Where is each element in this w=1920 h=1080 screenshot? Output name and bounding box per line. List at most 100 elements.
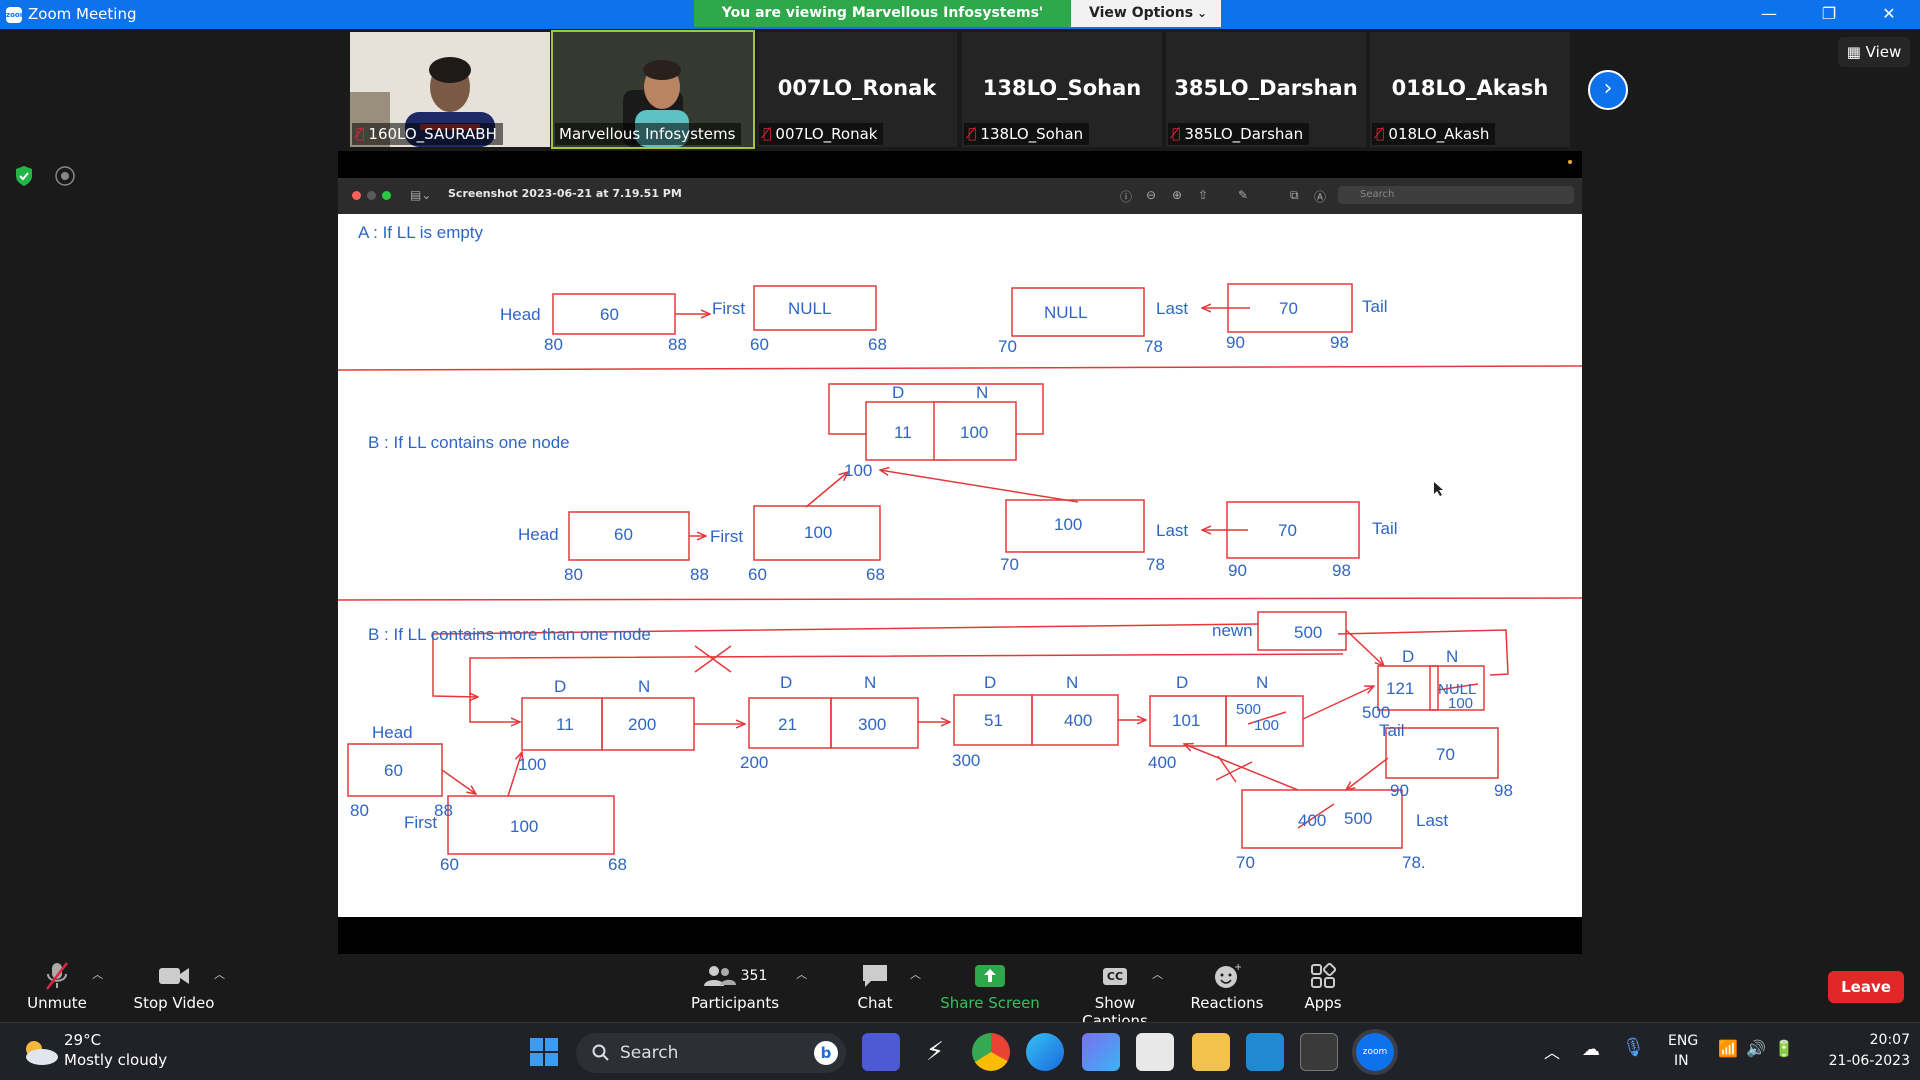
captions-caret-icon[interactable]: ︿ <box>1152 966 1163 982</box>
preview-toolbar: ▤⌄ Screenshot 2023-06-21 at 7.19.51 PM ⓘ… <box>338 178 1582 214</box>
video-tile-018LO_Akash[interactable]: 018LO_Akash 🎙̸ 018LO_Akash <box>1370 32 1570 147</box>
indicator-dot <box>1568 160 1572 164</box>
chrome-icon[interactable] <box>972 1033 1010 1071</box>
first-value: 100 <box>510 817 538 836</box>
share-icon: ⇧ <box>1198 188 1209 202</box>
title-bar: zoom Zoom Meeting You are viewing Marvel… <box>0 0 1920 48</box>
reactions-button[interactable]: + Reactions <box>1186 958 1268 1022</box>
address-label: 60 <box>748 565 767 584</box>
view-layout-label: View <box>1865 43 1902 61</box>
address-label: 90 <box>1228 561 1247 580</box>
view-layout-button[interactable]: ▦ View <box>1838 37 1910 67</box>
participants-icon <box>703 966 736 986</box>
document-search-field: Search <box>1338 186 1574 204</box>
loop-line <box>1337 629 1509 676</box>
apps-button[interactable]: Apps <box>1296 958 1350 1022</box>
node-data-value: 21 <box>778 715 797 734</box>
restore-button[interactable]: ❐ <box>1800 0 1858 29</box>
volume-icon[interactable]: 🔊 <box>1746 1039 1766 1058</box>
video-tile-marvellous-infosystems[interactable]: Marvellous Infosystems <box>551 30 755 149</box>
terminal-bolt-icon[interactable]: ⚡ <box>916 1033 954 1071</box>
first-label: First <box>712 299 745 318</box>
microphone-icon[interactable]: 🎙 <box>1622 1037 1645 1058</box>
info-icon: ⓘ <box>1120 190 1133 204</box>
arrow <box>1345 629 1384 666</box>
show-hidden-icons-chevron-icon[interactable]: ︿ <box>1544 1039 1560 1063</box>
node-next-value: 300 <box>858 715 886 734</box>
zoom-taskbar-icon[interactable]: zoom <box>1356 1033 1394 1071</box>
windows-taskbar: 29°C Mostly cloudy Search b ⚡ zoom ︿ ☁ 🎙… <box>0 1022 1920 1080</box>
section-c-heading: B : If LL contains more than one node <box>368 625 651 644</box>
video-tile-007LO_Ronak[interactable]: 007LO_Ronak 🎙̸ 007LO_Ronak <box>757 32 957 147</box>
node-next-value: 200 <box>628 715 656 734</box>
weather-temperature[interactable]: 29°C <box>64 1031 101 1049</box>
input-language[interactable]: ENG <box>1668 1033 1698 1049</box>
video-tile-385LO_Darshan[interactable]: 385LO_Darshan 🎙̸ 385LO_Darshan <box>1166 32 1366 147</box>
document-title: Screenshot 2023-06-21 at 7.19.51 PM <box>448 187 682 200</box>
taskbar-search[interactable]: Search b <box>576 1033 846 1073</box>
participants-caret-icon[interactable]: ︿ <box>796 966 807 982</box>
search-label: Search <box>620 1043 679 1063</box>
node-next-value: 400 <box>1064 711 1092 730</box>
participants-count: 351 <box>740 968 768 984</box>
meet-app-icon[interactable] <box>862 1033 900 1071</box>
clock-time[interactable]: 20:07 <box>1860 1032 1910 1048</box>
address-label: 98 <box>1494 781 1513 800</box>
vscode-icon[interactable] <box>1246 1033 1284 1071</box>
video-tile-160LO_SAURABH[interactable]: 🎙̸ 160LO_SAURABH <box>350 32 550 147</box>
stop-video-label: Stop Video <box>133 994 215 1012</box>
unmute-button[interactable]: Unmute <box>22 958 92 1022</box>
chat-button[interactable]: Chat <box>840 958 910 1022</box>
column-n-label: N <box>1066 673 1078 692</box>
stop-video-button[interactable]: Stop Video <box>132 958 216 1022</box>
terminal-icon[interactable] <box>1300 1033 1338 1071</box>
video-tile-138LO_Sohan[interactable]: 138LO_Sohan 🎙̸ 138LO_Sohan <box>962 32 1162 147</box>
address-label: 98 <box>1330 333 1349 352</box>
arrow <box>805 472 848 508</box>
node-next-new-value: 500 <box>1236 701 1261 718</box>
next-page-arrow-icon[interactable]: › <box>1588 70 1628 110</box>
address-label: 60 <box>440 855 459 874</box>
onedrive-cloud-icon[interactable]: ☁ <box>1582 1039 1600 1060</box>
microsoft-store-icon[interactable] <box>1136 1033 1174 1071</box>
participant-name: 138LO_Sohan <box>980 125 1084 143</box>
clock-date[interactable]: 21-06-2023 <box>1818 1053 1910 1069</box>
share-screen-button[interactable]: Share Screen <box>940 958 1040 1022</box>
last-label: Last <box>1156 299 1188 318</box>
participant-caption: 🎙̸ 007LO_Ronak <box>759 123 884 145</box>
participant-display-name: 018LO_Akash <box>1391 76 1549 100</box>
input-region[interactable]: IN <box>1674 1053 1689 1069</box>
participants-button[interactable]: 351 Participants <box>690 958 780 1022</box>
participant-display-name: 385LO_Darshan <box>1174 76 1358 100</box>
recording-indicator-icon[interactable] <box>54 165 76 187</box>
weather-description[interactable]: Mostly cloudy <box>64 1051 167 1069</box>
video-options-caret-icon[interactable]: ︿ <box>214 966 225 982</box>
apps-grid-icon <box>1311 963 1336 988</box>
battery-icon[interactable]: 🔋 <box>1774 1039 1794 1058</box>
rotate-icon: ⧉ <box>1290 188 1299 202</box>
minimize-button[interactable]: — <box>1740 0 1798 29</box>
mic-muted-icon: 🎙̸ <box>968 126 977 142</box>
zoom-app-icon: zoom <box>6 7 27 23</box>
file-explorer-icon[interactable] <box>1192 1033 1230 1071</box>
reactions-label: Reactions <box>1190 994 1264 1012</box>
node-address: 300 <box>952 751 980 770</box>
last-label: Last <box>1156 521 1188 540</box>
window-title: Zoom Meeting <box>28 5 137 23</box>
windows-start-icon[interactable] <box>529 1037 559 1067</box>
chat-caret-icon[interactable]: ︿ <box>910 966 921 982</box>
participant-display-name: 007LO_Ronak <box>777 76 937 100</box>
participant-caption: 🎙̸ 385LO_Darshan <box>1168 123 1310 145</box>
encryption-shield-icon[interactable] <box>14 165 34 187</box>
address-label: 88 <box>668 335 687 354</box>
edge-icon[interactable] <box>1026 1033 1064 1071</box>
view-options-button[interactable]: View Options ⌄ <box>1071 0 1221 27</box>
copilot-icon[interactable] <box>1082 1033 1120 1071</box>
wifi-icon[interactable]: 📶 <box>1718 1039 1738 1058</box>
close-button[interactable]: ✕ <box>1860 0 1918 29</box>
weather-cloud-icon[interactable] <box>20 1037 60 1067</box>
leave-meeting-button[interactable]: Leave <box>1828 971 1904 1003</box>
audio-options-caret-icon[interactable]: ︿ <box>92 966 103 982</box>
last-new-value: 500 <box>1344 809 1372 828</box>
address-label: 70 <box>1236 853 1255 872</box>
